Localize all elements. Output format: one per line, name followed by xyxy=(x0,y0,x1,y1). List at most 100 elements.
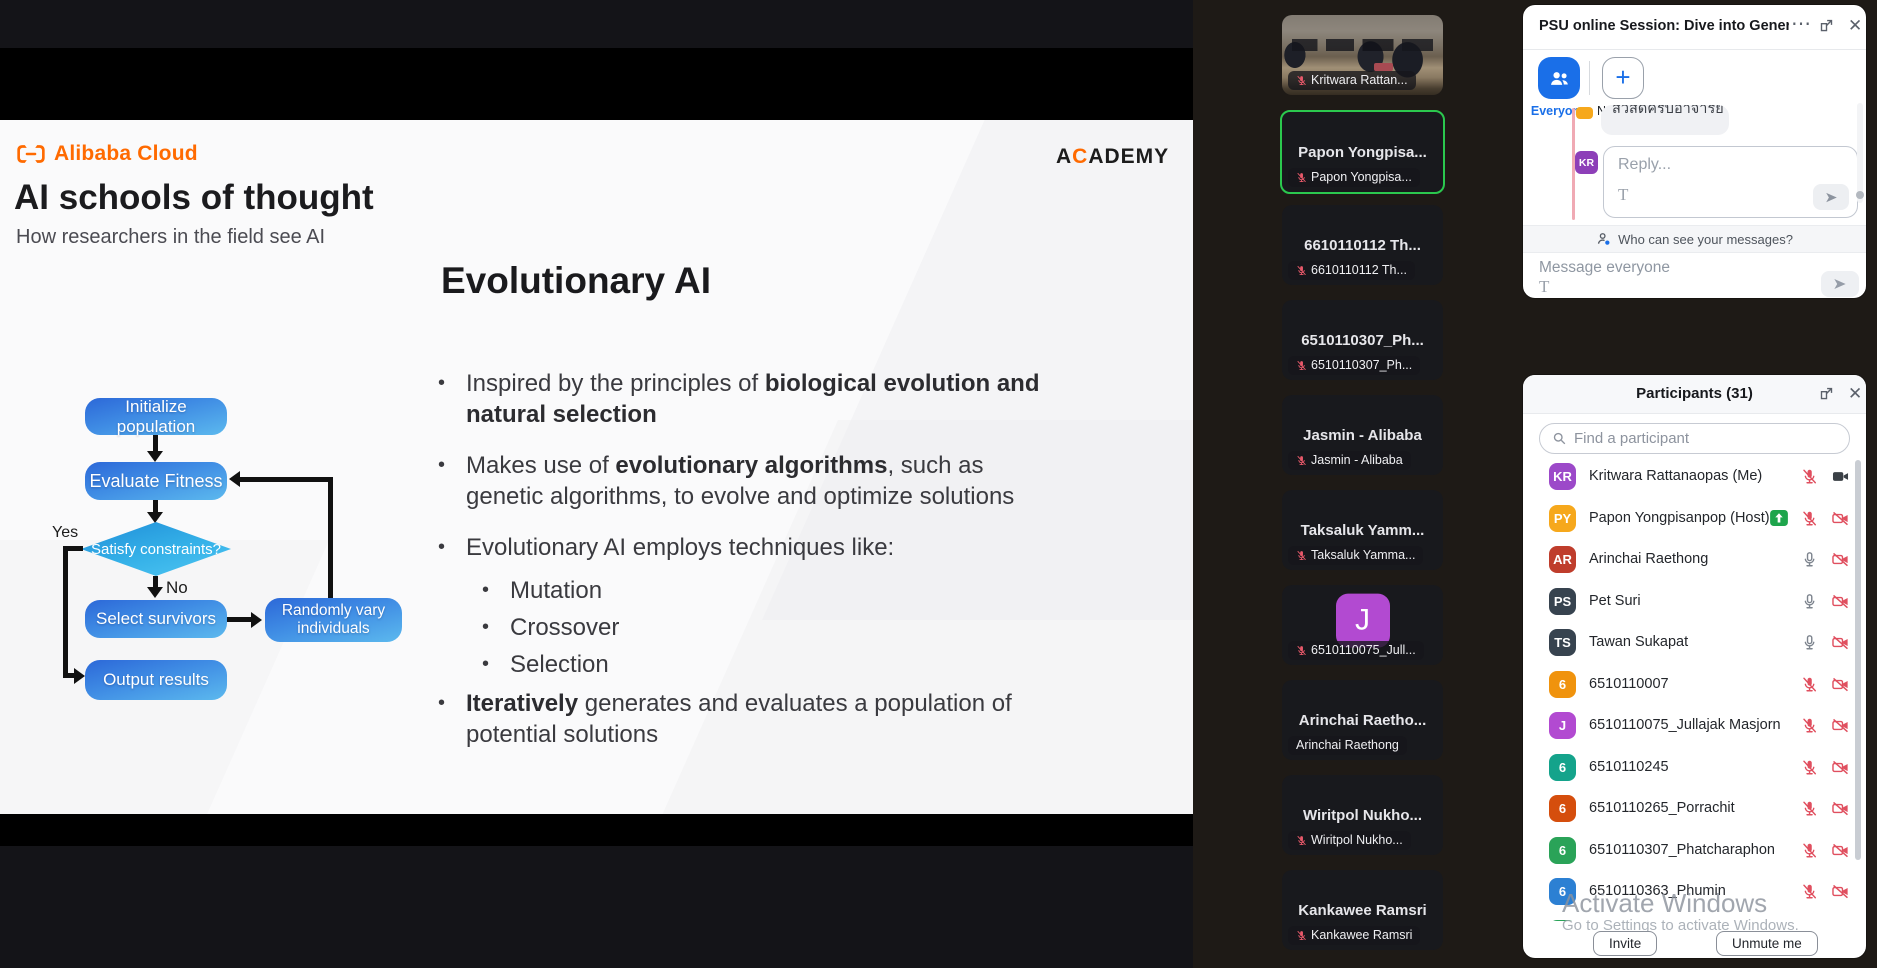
video-tile-active[interactable]: Papon Yongpisa... Papon Yongpisa... xyxy=(1280,110,1445,194)
reply-avatar: KR xyxy=(1575,151,1598,174)
participant-avatar: 6 xyxy=(1549,795,1576,822)
participant-name: 6510110075_Jullajak Masjorn xyxy=(1589,717,1781,733)
participant-status-icons xyxy=(1801,592,1850,611)
chat-panel: PSU online Session: Dive into Generati..… xyxy=(1523,5,1866,298)
flow-label-yes: Yes xyxy=(52,524,78,542)
participant-row[interactable]: J 6510110075_Jullajak Masjorn xyxy=(1523,705,1866,746)
bullet-text: Crossover xyxy=(510,612,619,643)
close-icon[interactable]: ✕ xyxy=(1848,16,1862,36)
tile-name-label: Kritwara Rattan... xyxy=(1288,71,1416,90)
video-tile[interactable]: Kritwara Rattan... xyxy=(1282,15,1443,95)
slide-sub-bullet: •Mutation xyxy=(482,575,1058,606)
participant-row[interactable]: PSPet Suri xyxy=(1523,581,1866,622)
reply-input[interactable]: Reply... T xyxy=(1603,146,1858,218)
participant-row[interactable]: KRKritwara Rattanaopas (Me) xyxy=(1523,456,1866,497)
letterbox-top xyxy=(0,48,1193,120)
mic-muted-icon xyxy=(1801,800,1818,817)
participant-row[interactable]: PYPapon Yongpisanpop (Host) xyxy=(1523,498,1866,539)
more-options-icon[interactable]: ⋯ xyxy=(1791,11,1812,36)
camera-off-icon xyxy=(1831,592,1850,611)
slide-bullet: •Evolutionary AI employs techniques like… xyxy=(438,532,1058,563)
slide-heading: Evolutionary AI xyxy=(441,260,711,302)
participant-row[interactable]: 66510110265_Porrachit xyxy=(1523,788,1866,829)
slide-bullet: •Inspired by the principles of biologica… xyxy=(438,368,1058,430)
camera-on-icon xyxy=(1831,467,1850,486)
participant-row[interactable]: TSTawan Sukapat xyxy=(1523,622,1866,663)
participant-status-icons xyxy=(1801,716,1850,735)
flow-arrowhead xyxy=(251,612,262,628)
video-tile[interactable]: Jasmin - Alibaba Jasmin - Alibaba xyxy=(1282,395,1443,475)
participant-row[interactable]: 66510110007 xyxy=(1523,664,1866,705)
send-message-button[interactable] xyxy=(1821,271,1859,297)
message-input-placeholder[interactable]: Message everyone xyxy=(1539,259,1670,277)
mic-muted-icon xyxy=(1801,468,1818,485)
everyone-chat-button[interactable] xyxy=(1538,57,1580,99)
bullet-text: Iteratively generates and evaluates a po… xyxy=(466,688,1058,750)
video-tile[interactable]: 6610110112 Th... 6610110112 Th... xyxy=(1282,205,1443,285)
bullet-text: Selection xyxy=(510,649,609,680)
participant-avatar: J xyxy=(1549,712,1576,739)
participants-list: KRKritwara Rattanaopas (Me) PYPapon Yong… xyxy=(1523,451,1866,921)
participants-scrollbar-thumb[interactable] xyxy=(1855,460,1861,860)
tile-name-label: 6510110075_Jull... xyxy=(1288,641,1424,660)
participant-status-icons xyxy=(1801,633,1850,652)
flow-arrowhead xyxy=(147,512,163,523)
video-tile[interactable]: Wiritpol Nukho... Wiritpol Nukho... xyxy=(1282,775,1443,855)
mic-icon xyxy=(1801,551,1818,568)
participant-row[interactable]: 66510110307_Phatcharaphon xyxy=(1523,830,1866,871)
participant-name: Pet Suri xyxy=(1589,593,1641,609)
chat-scrollbar[interactable] xyxy=(1857,103,1863,203)
flow-arrowhead xyxy=(147,451,163,462)
format-text-icon[interactable]: T xyxy=(1539,277,1549,297)
flow-arrowhead xyxy=(229,471,240,487)
mic-muted-icon xyxy=(1801,883,1818,900)
mic-muted-icon xyxy=(1801,676,1818,693)
participant-avatar: 6 xyxy=(1549,754,1576,781)
chat-scrollbar-thumb[interactable] xyxy=(1856,191,1864,199)
who-can-see-bar[interactable]: Who can see your messages? xyxy=(1523,225,1866,253)
tile-name-label: Kankawee Ramsri xyxy=(1288,926,1420,945)
new-chat-button[interactable]: + xyxy=(1602,57,1644,99)
send-icon xyxy=(1824,190,1839,205)
camera-off-icon xyxy=(1831,550,1850,569)
bullet-text: Makes use of evolutionary algorithms, su… xyxy=(466,450,1058,512)
chat-header: PSU online Session: Dive into Generati..… xyxy=(1523,5,1866,50)
camera-off-icon xyxy=(1831,716,1850,735)
slide-bullet-list: •Inspired by the principles of biologica… xyxy=(438,368,1058,770)
participant-row[interactable]: ARArinchai Raethong xyxy=(1523,539,1866,580)
mic-muted-icon xyxy=(1801,842,1818,859)
screen-share-icon xyxy=(1770,510,1788,526)
participant-search-input[interactable]: Find a participant xyxy=(1539,423,1850,454)
slide-bullet: •Makes use of evolutionary algorithms, s… xyxy=(438,450,1058,512)
mic-muted-icon xyxy=(1296,455,1307,466)
message-avatar-partial xyxy=(1576,107,1593,119)
flowchart-box-output: Output results xyxy=(85,660,227,700)
participant-avatar: PY xyxy=(1549,505,1576,532)
unmute-me-button[interactable]: Unmute me xyxy=(1716,931,1818,956)
participant-status-icons xyxy=(1801,758,1850,777)
participant-name: Kritwara Rattanaopas (Me) xyxy=(1589,468,1762,484)
video-tile[interactable]: Taksaluk Yamm... Taksaluk Yamma... xyxy=(1282,490,1443,570)
bullet-marker: • xyxy=(438,450,466,512)
chat-message-bubble: สวัสดีครับอาจารย์ xyxy=(1601,105,1729,135)
divider xyxy=(1589,61,1590,95)
camera-off-icon xyxy=(1831,509,1850,528)
send-reply-button[interactable] xyxy=(1813,184,1849,210)
pop-out-icon[interactable] xyxy=(1819,18,1834,33)
pop-out-icon[interactable] xyxy=(1819,386,1834,401)
flow-arrow-line xyxy=(153,435,158,452)
video-tile[interactable]: 6510110307_Ph... 6510110307_Ph... xyxy=(1282,300,1443,380)
mic-icon xyxy=(1801,593,1818,610)
participant-row[interactable]: 66510110245 xyxy=(1523,747,1866,788)
video-tile[interactable]: Kankawee Ramsri Kankawee Ramsri xyxy=(1282,870,1443,950)
video-tile[interactable]: Arinchai Raetho...Arinchai Raethong xyxy=(1282,680,1443,760)
video-tile[interactable]: J 6510110075_Jull... xyxy=(1282,585,1443,665)
invite-button[interactable]: Invite xyxy=(1593,931,1657,956)
participant-status-icons xyxy=(1801,882,1850,901)
participant-avatar: 6 xyxy=(1549,671,1576,698)
close-icon[interactable]: ✕ xyxy=(1848,384,1862,404)
video-thumbnail-strip: Kritwara Rattan... Papon Yongpisa... Papo… xyxy=(1282,15,1443,955)
format-text-icon[interactable]: T xyxy=(1618,185,1628,205)
tile-name-label: Wiritpol Nukho... xyxy=(1288,831,1411,850)
alibaba-cloud-label: Alibaba Cloud xyxy=(54,142,198,166)
